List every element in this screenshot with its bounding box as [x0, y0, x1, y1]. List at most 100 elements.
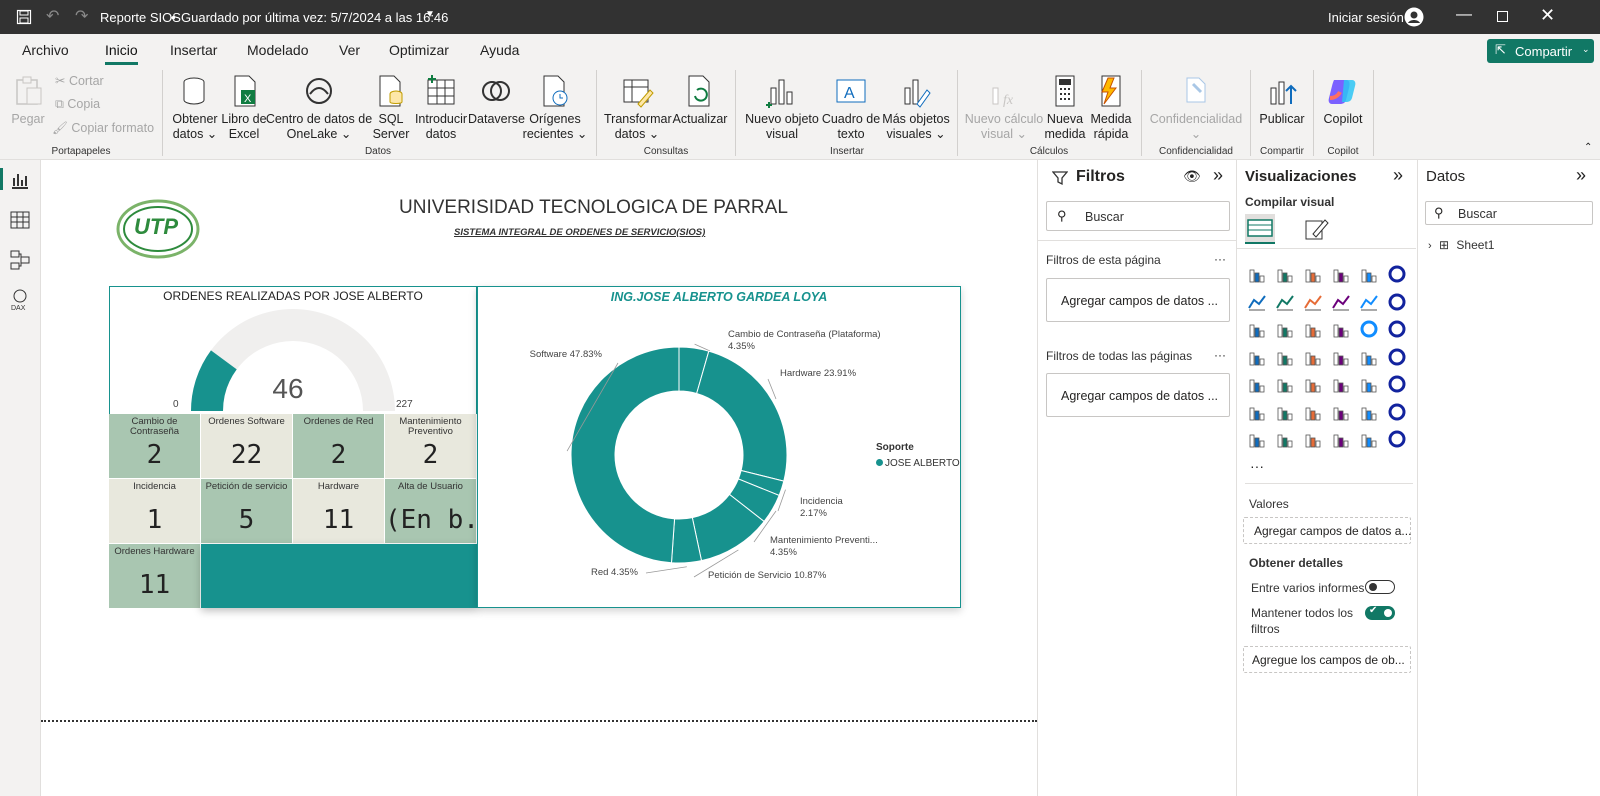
donut-slice[interactable]: [696, 350, 788, 482]
publish-button[interactable]: Publicar: [1258, 74, 1306, 127]
chevron-down-icon[interactable]: ▼: [425, 9, 435, 20]
paste-button[interactable]: Pegar: [8, 74, 48, 127]
visual-type-icon[interactable]: [1247, 292, 1267, 312]
quick-measure-button[interactable]: Medida rápida: [1088, 74, 1134, 142]
report-view-icon[interactable]: [8, 168, 32, 192]
visual-type-icon[interactable]: [1303, 429, 1323, 449]
visual-type-icon[interactable]: [1359, 374, 1379, 394]
onelake-button[interactable]: Centro de datos de OneLake ⌄: [265, 74, 373, 142]
visual-type-icon[interactable]: [1247, 319, 1267, 339]
dataverse-button[interactable]: Dataverse: [468, 74, 525, 127]
tab-modelado[interactable]: Modelado: [247, 42, 309, 58]
table-view-icon[interactable]: [8, 208, 32, 232]
tab-ayuda[interactable]: Ayuda: [480, 42, 519, 58]
visual-type-icon[interactable]: [1275, 429, 1295, 449]
visual-type-icon[interactable]: [1275, 264, 1295, 284]
tab-insertar[interactable]: Insertar: [170, 42, 217, 58]
cross-report-toggle[interactable]: [1365, 580, 1395, 594]
file-title[interactable]: Reporte SIOS: [100, 10, 181, 25]
filters-search-input[interactable]: ⚲ Buscar: [1046, 201, 1230, 231]
model-view-icon[interactable]: [8, 248, 32, 272]
report-canvas[interactable]: UTP UNIVERISIDAD TECNOLOGICA DE PARRAL S…: [41, 160, 1037, 796]
eye-icon[interactable]: 👁: [1183, 168, 1201, 185]
tree-item-sheet1[interactable]: › ⊞ Sheet1: [1428, 238, 1494, 252]
close-icon[interactable]: ✕: [1540, 5, 1555, 26]
all-filters-more[interactable]: ···: [1214, 348, 1226, 362]
donut-visual[interactable]: ING.JOSE ALBERTO GARDEA LOYA Cambio de C…: [477, 286, 961, 608]
card-tile[interactable]: Alta de Usuario (En b...: [385, 479, 477, 544]
share-button[interactable]: ⇱ Compartir ⌄: [1487, 39, 1594, 63]
visual-type-icon[interactable]: [1275, 319, 1295, 339]
collapse-ribbon-icon[interactable]: ⌃: [1584, 142, 1592, 153]
visual-type-icon[interactable]: [1359, 292, 1379, 312]
maximize-icon[interactable]: [1497, 11, 1508, 22]
get-data-button[interactable]: Obtener datos ⌄: [167, 74, 223, 142]
enter-data-button[interactable]: Introducir datos: [412, 74, 470, 142]
user-avatar-icon[interactable]: [1404, 7, 1424, 27]
legend-item[interactable]: JOSE ALBERTO: [876, 458, 960, 469]
visual-type-icon[interactable]: [1275, 402, 1295, 422]
card-tile[interactable]: Ordenes Software 22: [201, 414, 293, 479]
tab-optimizar[interactable]: Optimizar: [389, 42, 449, 58]
tab-archivo[interactable]: Archivo: [22, 42, 69, 58]
visual-type-icon[interactable]: [1359, 319, 1379, 339]
visual-type-icon[interactable]: [1247, 374, 1267, 394]
card-tile[interactable]: Ordenes de Red 2: [293, 414, 385, 479]
new-visual-calc-button[interactable]: fx Nuevo cálculo visual ⌄: [964, 74, 1044, 142]
visual-type-icon[interactable]: [1303, 292, 1323, 312]
excel-button[interactable]: X Libro de Excel: [219, 74, 269, 142]
visual-type-icon[interactable]: [1387, 264, 1407, 284]
all-filters-dropzone[interactable]: Agregar campos de datos ...: [1046, 373, 1230, 417]
text-box-button[interactable]: A Cuadro de texto: [820, 74, 882, 142]
gauge-visual[interactable]: ORDENES REALIZADAS POR JOSE ALBERTO 46 0…: [109, 286, 477, 414]
visual-type-icon[interactable]: [1303, 402, 1323, 422]
visual-type-icon[interactable]: [1247, 402, 1267, 422]
visual-type-icon[interactable]: [1275, 374, 1295, 394]
visual-type-icon[interactable]: [1387, 402, 1407, 422]
visual-type-icon[interactable]: [1331, 264, 1351, 284]
chevron-right-icon[interactable]: ›: [1428, 240, 1432, 252]
undo-icon[interactable]: ↶: [46, 6, 59, 26]
visual-type-icon[interactable]: [1331, 292, 1351, 312]
values-dropzone[interactable]: Agregar campos de datos a...: [1243, 517, 1411, 544]
page-filters-dropzone[interactable]: Agregar campos de datos ...: [1046, 278, 1230, 322]
visual-type-icon[interactable]: [1359, 402, 1379, 422]
copilot-button[interactable]: Copilot: [1318, 74, 1368, 127]
visual-type-icon[interactable]: [1303, 264, 1323, 284]
visual-type-icon[interactable]: [1247, 347, 1267, 367]
keep-filters-toggle[interactable]: ✔: [1365, 605, 1395, 620]
tab-inicio[interactable]: Inicio: [105, 42, 138, 65]
visual-type-icon[interactable]: [1331, 319, 1351, 339]
page-filters-more[interactable]: ···: [1214, 252, 1226, 266]
new-measure-button[interactable]: Nueva medida: [1042, 74, 1088, 142]
transform-data-button[interactable]: Transformar datos ⌄: [604, 74, 672, 142]
card-tile[interactable]: Hardware 11: [293, 479, 385, 544]
collapse-data-icon[interactable]: »: [1576, 165, 1586, 186]
visual-type-icon[interactable]: [1359, 347, 1379, 367]
donut-slice[interactable]: [570, 346, 680, 564]
card-tile[interactable]: Ordenes Hardware 11: [109, 544, 201, 609]
sql-server-button[interactable]: SQL Server: [372, 74, 410, 142]
visual-type-icon[interactable]: [1359, 429, 1379, 449]
redo-icon[interactable]: ↷: [75, 6, 88, 26]
save-status[interactable]: Guardado por última vez: 5/7/2024 a las …: [181, 10, 448, 25]
card-tile[interactable]: Mantenimiento Preventivo 2: [385, 414, 477, 479]
collapse-viz-icon[interactable]: »: [1393, 165, 1403, 186]
visual-type-icon[interactable]: [1247, 264, 1267, 284]
visual-type-icon[interactable]: [1331, 429, 1351, 449]
new-visual-button[interactable]: Nuevo objeto visual: [744, 74, 820, 142]
visual-type-icon[interactable]: [1275, 292, 1295, 312]
tab-ver[interactable]: Ver: [339, 42, 360, 58]
visual-type-icon[interactable]: [1303, 347, 1323, 367]
visual-type-icon[interactable]: [1387, 429, 1407, 449]
card-tile[interactable]: Incidencia 1: [109, 479, 201, 544]
visual-type-icon[interactable]: [1331, 402, 1351, 422]
dax-query-view-icon[interactable]: DAX: [8, 288, 32, 312]
card-tile[interactable]: Cambio de Contraseña 2: [109, 414, 201, 479]
visual-type-icon[interactable]: [1387, 292, 1407, 312]
sign-in-link[interactable]: Iniciar sesión: [1328, 10, 1404, 25]
visual-type-icon[interactable]: [1359, 264, 1379, 284]
build-visual-tab[interactable]: [1245, 214, 1275, 244]
copy-button[interactable]: ⧉ Copia: [55, 97, 100, 112]
visual-type-icon[interactable]: [1387, 319, 1407, 339]
